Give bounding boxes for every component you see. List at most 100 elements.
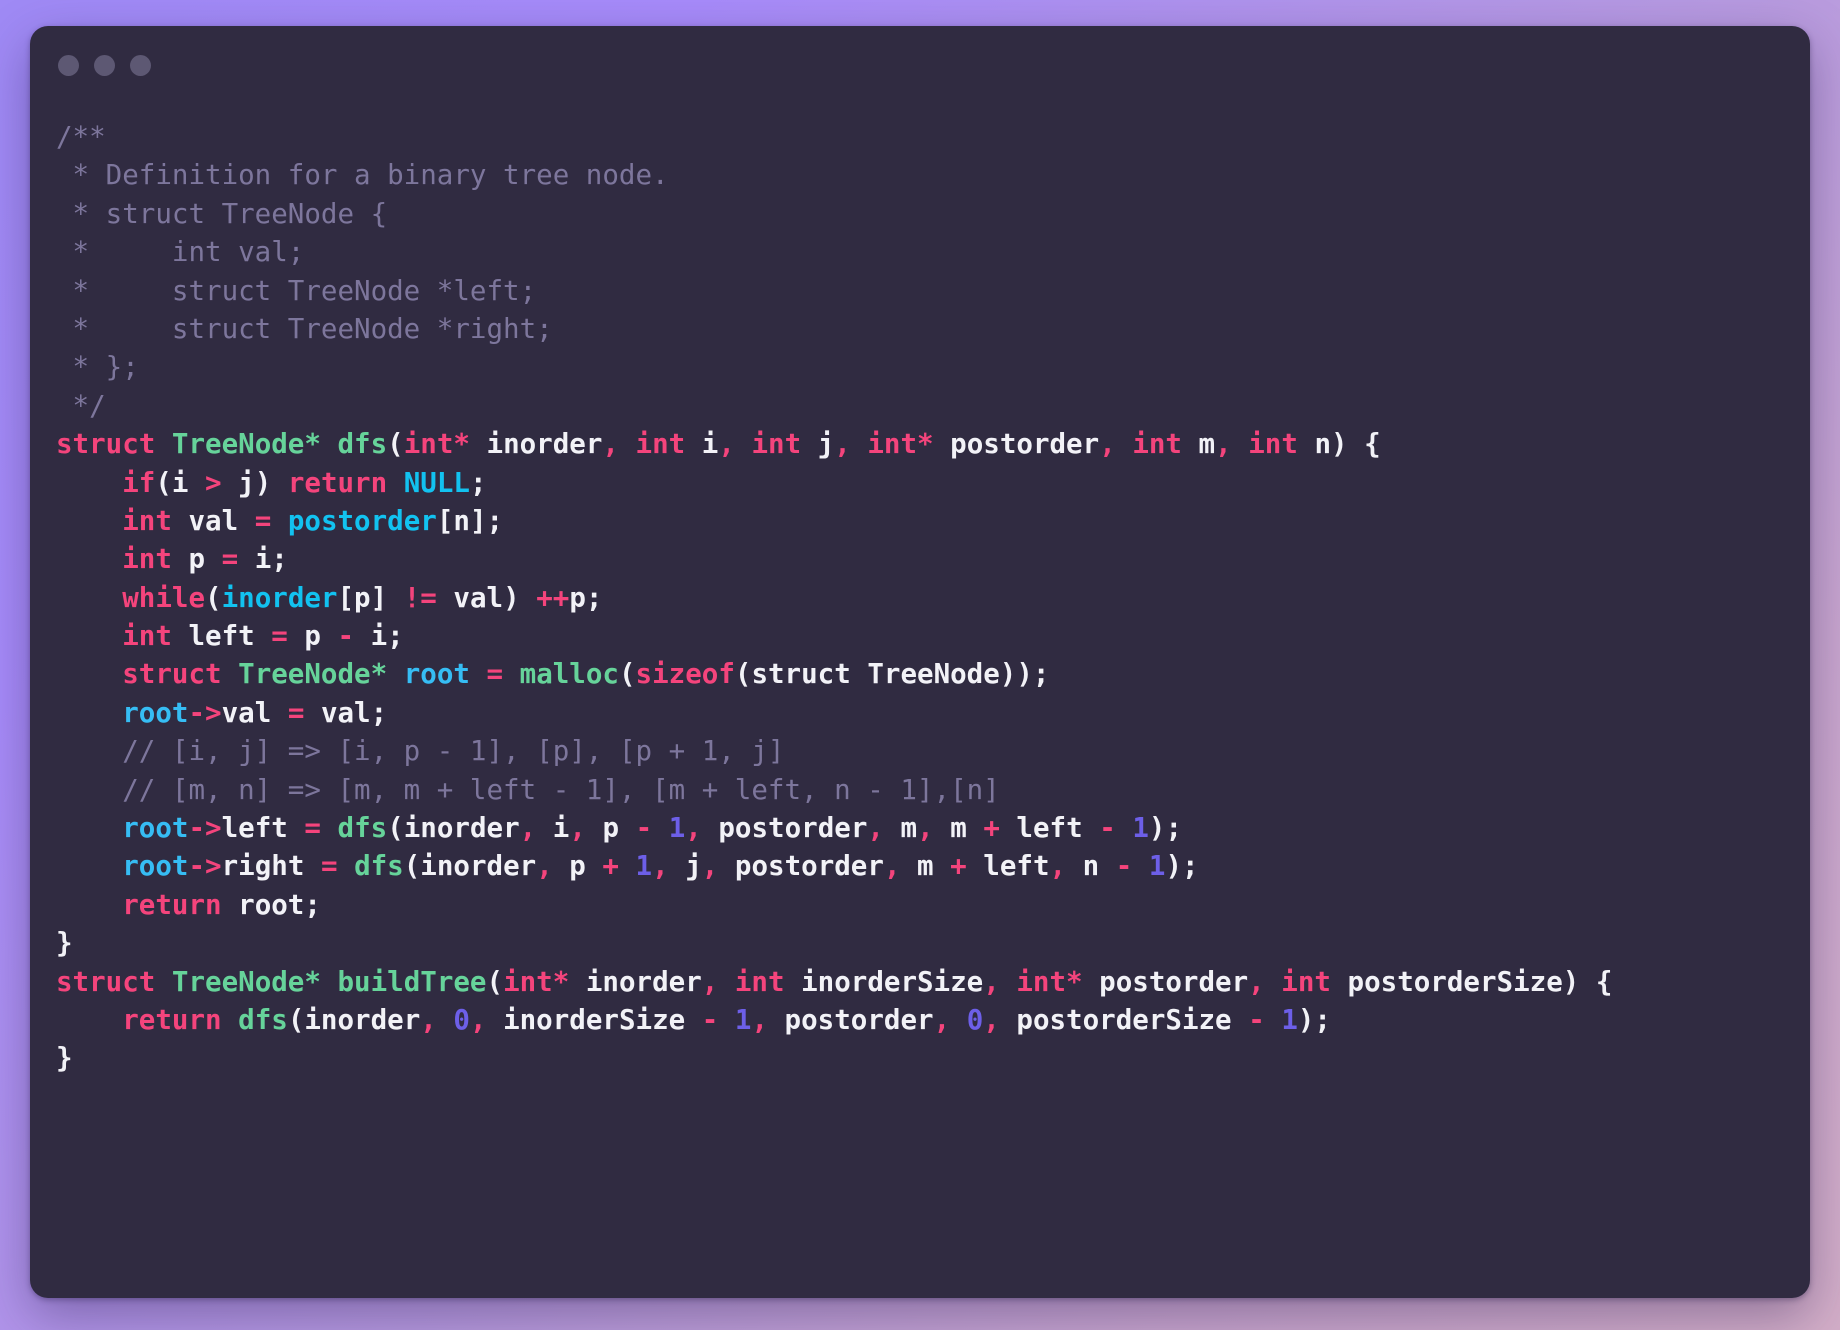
code-token: left — [171, 620, 272, 653]
code-token: dfs — [337, 812, 388, 845]
minimize-dot[interactable] — [94, 54, 115, 76]
close-dot[interactable] — [58, 54, 79, 76]
code-token: - — [1248, 1003, 1265, 1036]
maximize-dot[interactable] — [130, 54, 151, 76]
code-token: int* — [1016, 965, 1083, 998]
code-token: root; — [221, 888, 321, 921]
code-token: (i — [155, 466, 206, 499]
code-line: * Definition for a binary tree node. — [56, 156, 1810, 194]
code-token: postorder — [701, 812, 868, 845]
code-token: , — [751, 1003, 768, 1036]
code-token: i; — [354, 620, 404, 653]
code-token: val; — [304, 696, 388, 729]
code-token: (struct TreeNode)); — [734, 658, 1050, 691]
code-line: // [m, n] => [m, m + left - 1], [m + lef… — [56, 771, 1810, 809]
code-token: j — [801, 428, 835, 461]
code-line: // [i, j] => [i, p - 1], [p], [p + 1, j] — [56, 732, 1810, 770]
code-token: , — [1099, 428, 1116, 461]
code-token: ( — [205, 581, 222, 614]
code-token: malloc — [519, 658, 619, 691]
code-token: - — [635, 812, 653, 845]
code-token: (inorder — [387, 812, 520, 845]
code-token: root — [122, 850, 189, 883]
code-token: m — [883, 812, 918, 845]
code-token: n) { — [1297, 428, 1381, 461]
code-token: , — [867, 812, 884, 845]
code-line: * int val; — [56, 233, 1810, 271]
code-token: int — [122, 504, 172, 537]
code-token: int — [734, 965, 785, 998]
code-token: postorderSize) { — [1330, 965, 1613, 998]
code-line: } — [56, 1039, 1810, 1077]
code-token: NULL — [403, 466, 470, 499]
code-line: int val = postorder[n]; — [56, 502, 1810, 540]
code-token: , — [933, 1003, 951, 1036]
code-token: return — [122, 1003, 222, 1036]
code-token: * int val; — [56, 236, 305, 269]
code-token: postorderSize — [999, 1003, 1249, 1036]
code-block[interactable]: /** * Definition for a binary tree node.… — [30, 104, 1810, 1078]
code-token: != — [403, 581, 437, 614]
code-token: ++ — [536, 581, 570, 614]
code-token: = — [271, 620, 288, 653]
code-token: TreeNode* — [171, 965, 321, 998]
code-token: 1 — [1132, 812, 1149, 845]
code-token: , — [983, 1003, 1000, 1036]
code-token: , — [519, 812, 537, 845]
code-token: left — [999, 812, 1100, 845]
code-token: TreeNode* — [238, 658, 388, 691]
code-token: = — [287, 696, 305, 729]
code-token: ); — [1148, 812, 1183, 845]
code-token: if — [122, 466, 156, 499]
code-token: ; — [469, 466, 487, 499]
code-token: int — [1132, 428, 1182, 461]
code-token: int* — [503, 965, 570, 998]
code-token: , — [917, 812, 934, 845]
code-line: int p = i; — [56, 540, 1810, 578]
code-token: i — [536, 812, 570, 845]
code-token: 1 — [635, 850, 653, 883]
code-token: return — [122, 888, 222, 921]
code-token: inorder — [221, 581, 338, 614]
code-token: right — [221, 850, 321, 883]
code-line: * }; — [56, 348, 1810, 386]
code-token: = — [221, 543, 239, 576]
code-token: m — [1181, 428, 1216, 461]
code-token: = — [304, 812, 321, 845]
code-token: , — [701, 850, 719, 883]
code-token: m — [900, 850, 951, 883]
code-token: -> — [188, 850, 222, 883]
code-token: p — [287, 620, 338, 653]
code-line: } — [56, 924, 1810, 962]
code-token: 0 — [966, 1003, 984, 1036]
code-token: - — [337, 620, 355, 653]
code-token: 1 — [1281, 1003, 1298, 1036]
code-token: left — [221, 812, 305, 845]
code-token: , — [652, 850, 669, 883]
code-token: int — [1248, 428, 1298, 461]
code-line: root->val = val; — [56, 694, 1810, 732]
code-token: dfs — [354, 850, 404, 883]
code-token: = — [486, 658, 504, 691]
code-token: int* — [867, 428, 934, 461]
code-token: * Definition for a binary tree node. — [56, 159, 669, 192]
code-line: /** — [56, 118, 1810, 156]
code-token: root — [122, 696, 189, 729]
code-token: = — [254, 504, 272, 537]
